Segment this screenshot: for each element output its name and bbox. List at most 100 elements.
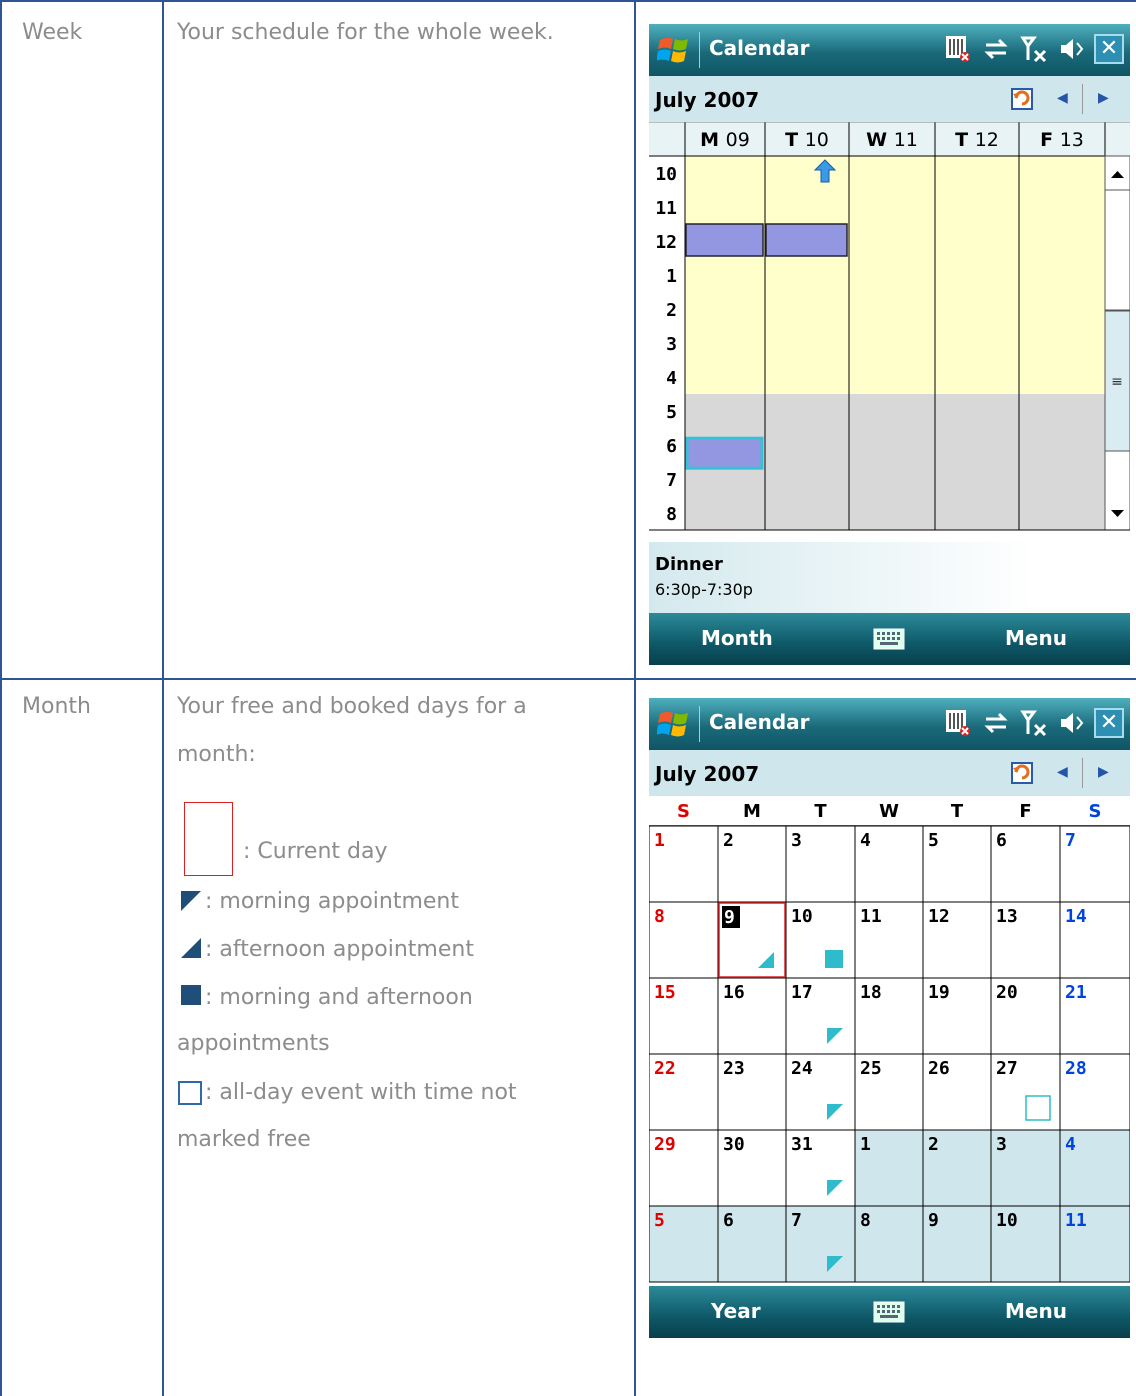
no-sim-icon[interactable] — [944, 708, 972, 738]
scrollbar-grip-icon: ≡ — [1111, 374, 1123, 390]
hour-label: 5 — [666, 402, 677, 423]
day-number: 13 — [996, 906, 1018, 927]
keyboard-icon[interactable] — [873, 1300, 905, 1324]
table-border-left — [0, 0, 2, 1396]
day-number: 16 — [723, 982, 745, 1003]
weekday-letter-6: F — [1019, 801, 1031, 822]
appointment-preview[interactable]: Dinner 6:30p-7:30p — [649, 542, 1130, 613]
day-number: 3 — [996, 1134, 1007, 1155]
next-arrow-icon[interactable]: ▶ — [1098, 764, 1109, 780]
legend-morning-afternoon-line1: : morning and afternoon — [205, 985, 473, 1010]
speaker-icon[interactable] — [1058, 34, 1086, 64]
arrow-divider — [1082, 758, 1083, 788]
status-tray — [944, 34, 1086, 64]
close-button[interactable]: ✕ — [1094, 34, 1124, 64]
go-to-today-icon[interactable] — [1009, 84, 1035, 112]
speaker-icon[interactable] — [1058, 708, 1086, 738]
softkey-bar: Month Menu — [649, 613, 1130, 665]
previous-arrow-icon[interactable]: ◀ — [1057, 764, 1068, 780]
appointment-block[interactable] — [765, 223, 848, 257]
hour-label: 3 — [666, 334, 677, 355]
month-header: July 2007 ◀ ▶ — [649, 76, 1130, 122]
windows-start-icon[interactable] — [657, 34, 691, 66]
day-number: 8 — [860, 1210, 871, 1231]
month-label: July 2007 — [655, 762, 760, 786]
week-day-header-2[interactable]: T 10 — [785, 129, 829, 151]
softkey-month[interactable]: Month — [701, 626, 773, 650]
day-number: 1 — [654, 830, 665, 851]
day-number: 31 — [791, 1134, 813, 1155]
day-number: 24 — [791, 1058, 813, 1079]
day-number: 19 — [928, 982, 950, 1003]
legend-current-day: : Current day — [243, 839, 388, 864]
appointment-title: Dinner — [655, 554, 723, 575]
day-number: 20 — [996, 982, 1018, 1003]
table-border-top — [0, 0, 1136, 2]
day-number: 26 — [928, 1058, 950, 1079]
connectivity-icon[interactable] — [982, 708, 1010, 738]
day-number: 6 — [996, 830, 1007, 851]
table-border-col1 — [162, 0, 164, 1396]
day-number: 14 — [1065, 906, 1087, 927]
week-day-header-5[interactable]: F 13 — [1040, 129, 1084, 151]
week-day-header-4[interactable]: T 12 — [955, 129, 999, 151]
connectivity-icon[interactable] — [982, 34, 1010, 64]
day-number: 12 — [928, 906, 950, 927]
previous-arrow-icon[interactable]: ◀ — [1057, 90, 1068, 106]
appointment-block[interactable] — [685, 223, 764, 257]
day-number: 29 — [654, 1134, 676, 1155]
scrollbar-thumb-space — [1104, 189, 1130, 311]
title-bar: Calendar ✕ — [649, 698, 1130, 750]
day-number: 7 — [1065, 830, 1076, 851]
go-to-today-icon[interactable] — [1009, 758, 1035, 786]
day-number: 30 — [723, 1134, 745, 1155]
day-number: 2 — [928, 1134, 939, 1155]
day-number: 18 — [860, 982, 882, 1003]
selected-appointment-block[interactable] — [685, 436, 764, 470]
windows-start-icon[interactable] — [657, 708, 691, 740]
morning-afternoon-icon — [181, 985, 201, 1005]
title-separator — [699, 32, 700, 68]
signal-off-icon[interactable] — [1020, 708, 1048, 738]
close-button[interactable]: ✕ — [1094, 708, 1124, 738]
row-label-month: Month — [22, 694, 91, 719]
softkey-year[interactable]: Year — [711, 1299, 761, 1323]
legend-all-day-event-line1: : all-day event with time not — [205, 1080, 517, 1105]
all-day-event-marker-icon — [1025, 1095, 1051, 1121]
week-grid[interactable]: M 09 T 10 W 11 T 12 F 1310111212345678≡ — [649, 122, 1130, 542]
hour-label: 10 — [655, 164, 677, 185]
day-number: 4 — [860, 830, 871, 851]
keyboard-icon[interactable] — [873, 627, 905, 651]
no-sim-icon[interactable] — [944, 34, 972, 64]
hour-label: 8 — [666, 504, 677, 525]
softkey-menu[interactable]: Menu — [1005, 1299, 1067, 1323]
legend-morning-appointment: : morning appointment — [205, 889, 459, 914]
day-number: 25 — [860, 1058, 882, 1079]
day-number: 21 — [1065, 982, 1087, 1003]
legend-morning-afternoon-line2: appointments — [177, 1031, 330, 1056]
day-number: 23 — [723, 1058, 745, 1079]
month-grid[interactable]: SMTWTFS123456789101112131415161718192021… — [649, 796, 1130, 1286]
week-day-header-3[interactable]: W 11 — [866, 129, 918, 151]
weekday-letter-7: S — [1089, 801, 1102, 822]
month-header: July 2007 ◀ ▶ — [649, 750, 1130, 796]
row-description-week: Your schedule for the whole week. — [177, 20, 554, 45]
working-hours-area[interactable] — [685, 156, 1105, 394]
week-day-header-1[interactable]: M 09 — [700, 129, 750, 151]
next-arrow-icon[interactable]: ▶ — [1098, 90, 1109, 106]
current-day-box-icon — [184, 802, 233, 876]
softkey-menu[interactable]: Menu — [1005, 626, 1067, 650]
day-number: 27 — [996, 1058, 1018, 1079]
day-number: 3 — [791, 830, 802, 851]
title-separator — [699, 706, 700, 742]
day-number: 28 — [1065, 1058, 1087, 1079]
week-view-screen: Calendar ✕ July 2007 ◀ ▶ M 09 T 10 W 11 T 1… — [649, 24, 1130, 665]
day-number: 2 — [723, 830, 734, 851]
all-day-event-icon — [178, 1081, 202, 1105]
signal-off-icon[interactable] — [1020, 34, 1048, 64]
hour-label: 12 — [655, 232, 677, 253]
table-border-row — [0, 678, 1136, 680]
day-number: 4 — [1065, 1134, 1076, 1155]
afternoon-appointment-icon — [181, 938, 201, 958]
day-number: 11 — [860, 906, 882, 927]
